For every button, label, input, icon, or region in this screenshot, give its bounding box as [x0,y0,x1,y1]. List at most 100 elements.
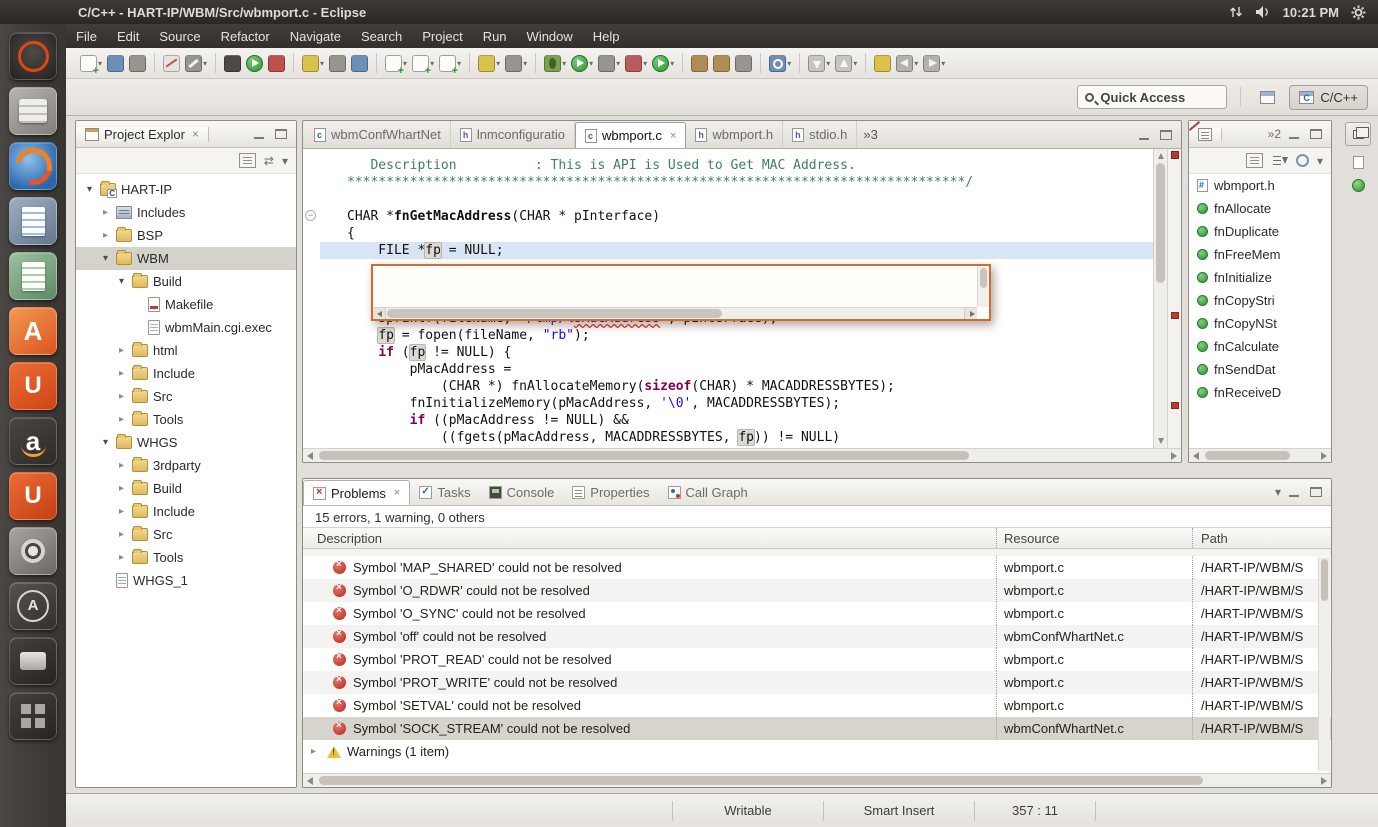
dropdown-arrow-icon[interactable]: ▾ [643,59,647,68]
menu-help[interactable]: Help [583,26,630,47]
ubuntu-one-music-launcher-icon[interactable] [9,472,57,520]
view-tab-properties[interactable]: Properties [563,479,658,505]
toggle-skip-breakpoints-icon[interactable] [161,51,182,75]
dropdown-arrow-icon[interactable]: ▾ [853,59,857,68]
import-archive-icon[interactable] [711,51,732,75]
outline-item-wbmport-h[interactable]: wbmport.h [1189,174,1331,197]
error-marker[interactable] [1171,402,1179,409]
scroll-right-icon[interactable] [1321,777,1327,785]
scroll-left-icon[interactable] [307,452,313,460]
menu-refactor[interactable]: Refactor [211,26,280,47]
expand-arrow-icon[interactable]: ▸ [100,207,111,218]
libreoffice-writer-launcher-icon[interactable] [9,197,57,245]
editor-horizontal-scrollbar[interactable] [303,448,1181,462]
restore-views-button[interactable] [1345,122,1371,146]
dash-home-launcher-icon[interactable] [9,32,57,80]
view-menu-icon[interactable]: ▾ [1317,155,1323,167]
open-element-icon[interactable] [733,51,754,75]
column-header-description[interactable]: Description [303,528,997,548]
search-icon[interactable]: ▾ [767,51,793,75]
stop-build-icon[interactable] [266,51,287,75]
scrollbar-thumb[interactable] [1156,163,1165,283]
new-icon[interactable]: ▾ [78,51,104,75]
expand-arrow-icon[interactable]: ▸ [116,506,127,517]
column-header-path[interactable]: Path [1193,528,1331,548]
scroll-left-icon[interactable] [307,777,313,785]
cpp-perspective-button[interactable]: C/C++ [1289,85,1368,110]
dropdown-arrow-icon[interactable]: ▾ [589,59,593,68]
expand-arrow-icon[interactable]: ▸ [116,368,127,379]
menu-run[interactable]: Run [473,26,517,47]
back-icon[interactable]: ▾ [894,51,920,75]
session-gear-icon[interactable] [1351,5,1366,20]
problem-row[interactable]: Symbol 'SETVAL' could not be resolvedwbm… [303,694,1331,717]
menu-source[interactable]: Source [149,26,210,47]
outline-item-fnfreemem[interactable]: fnFreeMem [1189,243,1331,266]
tree-item-hart-ip[interactable]: ▾HART-IP [76,178,296,201]
outline-item-fninitialize[interactable]: fnInitialize [1189,266,1331,289]
collapse-arrow-icon[interactable]: ▾ [100,437,111,448]
scrollbar-thumb[interactable] [1205,451,1290,460]
tree-item-include[interactable]: ▸Include [76,362,296,385]
new-c-header-icon[interactable]: ▾ [410,51,436,75]
outline-horizontal-scrollbar[interactable] [1189,448,1331,462]
outline-item-fnallocate[interactable]: fnAllocate [1189,197,1331,220]
scroll-right-icon[interactable] [1321,452,1327,460]
editor-vertical-scrollbar[interactable] [1153,149,1167,448]
project-explorer-tab[interactable]: Project Explor × [76,127,209,142]
menu-edit[interactable]: Edit [107,26,149,47]
outline-item-fncopynst[interactable]: fnCopyNSt [1189,312,1331,335]
dropdown-arrow-icon[interactable]: ▾ [941,59,945,68]
problems-horizontal-scrollbar[interactable] [303,773,1331,787]
tree-item-includes[interactable]: ▸Includes [76,201,296,224]
tree-item-src[interactable]: ▸Src [76,385,296,408]
open-perspective-button[interactable] [1254,86,1281,109]
dropdown-arrow-icon[interactable]: ▾ [562,59,566,68]
column-header-resource[interactable]: Resource [997,528,1193,548]
tree-item-tools[interactable]: ▸Tools [76,546,296,569]
expand-arrow-icon[interactable]: ▸ [311,746,321,757]
system-settings-launcher-icon[interactable] [9,527,57,575]
menu-window[interactable]: Window [517,26,583,47]
tooltip-vertical-scrollbar[interactable] [977,266,989,307]
tree-item-build[interactable]: ▾Build [76,270,296,293]
dropdown-arrow-icon[interactable]: ▾ [787,59,791,68]
sort-icon[interactable] [1271,153,1288,168]
expand-arrow-icon[interactable]: ▸ [116,391,127,402]
menu-project[interactable]: Project [412,26,472,47]
previous-annotation-icon[interactable]: ▾ [833,51,859,75]
problem-row[interactable]: Symbol 'SOCK_STREAM' could not be resolv… [303,717,1331,740]
expand-arrow-icon[interactable]: ▸ [116,460,127,471]
firefox-launcher-icon[interactable] [9,142,57,190]
quick-access-input[interactable]: Quick Access [1077,85,1227,109]
maximize-icon[interactable] [1307,485,1325,499]
problem-row[interactable]: Symbol 'PROT_WRITE' could not be resolve… [303,671,1331,694]
problem-row[interactable]: Symbol 'O_RDWR' could not be resolvedwbm… [303,579,1331,602]
problems-vertical-scrollbar[interactable] [1318,557,1330,771]
editor-tab-stdio-h[interactable]: stdio.h [783,121,857,148]
code-coverage-icon[interactable]: ▾ [623,51,649,75]
screenshot-tool-launcher-icon[interactable] [9,637,57,685]
scrollbar-thumb[interactable] [387,309,722,318]
tree-item-tools[interactable]: ▸Tools [76,408,296,431]
profile-icon[interactable]: ▾ [596,51,622,75]
editor-tab-wbmport-h[interactable]: wbmport.h [686,121,783,148]
open-terminal-icon[interactable] [222,51,243,75]
minimize-icon[interactable] [250,127,268,141]
tree-item-include[interactable]: ▸Include [76,500,296,523]
close-icon[interactable]: × [192,127,199,141]
tree-item-wbm[interactable]: ▾WBM [76,247,296,270]
editor-tab-wbmconfwhartnet[interactable]: wbmConfWhartNet [305,121,451,148]
warnings-group-row[interactable]: ▸ Warnings (1 item) [303,740,1331,763]
workspace-switcher-launcher-icon[interactable] [9,692,57,740]
maximize-icon[interactable] [1307,127,1325,141]
dropdown-arrow-icon[interactable]: ▾ [826,59,830,68]
last-edit-location-icon[interactable] [872,51,893,75]
export-archive-icon[interactable] [689,51,710,75]
dropdown-arrow-icon[interactable]: ▾ [670,59,674,68]
expand-arrow-icon[interactable]: ▸ [116,552,127,563]
external-tools-icon[interactable]: ▾ [650,51,676,75]
volume-icon[interactable] [1255,5,1271,19]
collapse-arrow-icon[interactable]: ▾ [84,184,95,195]
scroll-right-icon[interactable] [1171,452,1177,460]
